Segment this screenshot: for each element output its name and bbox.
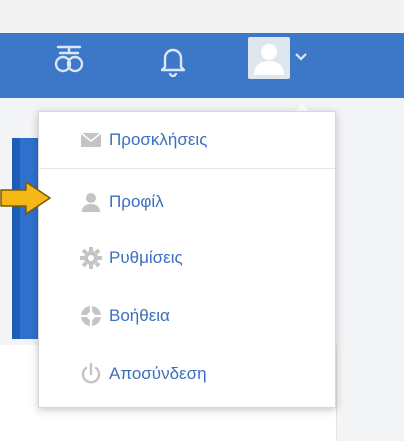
envelope-icon xyxy=(80,132,102,147)
menu-divider xyxy=(39,168,335,169)
menu-item-profile[interactable]: Προφίλ xyxy=(39,174,335,230)
menu-item-invitations[interactable]: Προσκλήσεις xyxy=(39,112,335,168)
menu-item-label: Προφίλ xyxy=(109,192,164,211)
menu-item-help[interactable]: Βοήθεια xyxy=(39,288,335,344)
annotation-arrow-icon xyxy=(0,181,51,215)
top-navigation-bar xyxy=(0,33,404,98)
menu-item-settings[interactable]: Ρυθμίσεις xyxy=(39,230,335,286)
menu-item-label: Προσκλήσεις xyxy=(109,130,208,149)
menu-item-logout[interactable]: Αποσύνδεση xyxy=(39,346,335,402)
menu-item-label: Ρυθμίσεις xyxy=(109,248,183,267)
app-logo-icon[interactable] xyxy=(52,43,86,77)
user-avatar xyxy=(248,37,290,79)
help-lifebuoy-icon xyxy=(81,306,101,326)
power-icon xyxy=(81,362,101,384)
notifications-bell-icon[interactable] xyxy=(158,45,188,77)
card-accent-stripe xyxy=(12,138,20,339)
user-menu-button[interactable] xyxy=(248,37,310,81)
user-dropdown-menu: Προσκλήσεις Προφίλ Ρυθμίσεις Βοήθεια Απο… xyxy=(38,111,336,408)
window-top-strip xyxy=(0,0,404,33)
avatar-user-icon xyxy=(254,44,284,75)
menu-item-label: Αποσύνδεση xyxy=(109,364,207,383)
gear-icon xyxy=(80,247,102,269)
chevron-down-icon xyxy=(295,53,307,61)
user-icon xyxy=(82,193,100,212)
menu-item-label: Βοήθεια xyxy=(109,306,170,325)
